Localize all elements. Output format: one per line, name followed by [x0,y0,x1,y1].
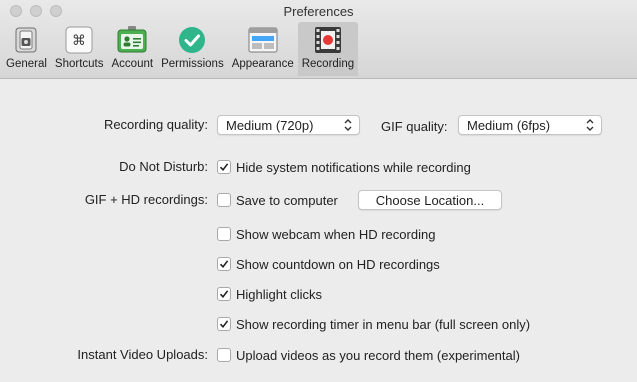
gif-quality-label: GIF quality: [381,119,448,134]
checkmark-icon [219,163,229,172]
checkmark-icon [219,290,229,299]
checkmark-icon [219,260,229,269]
upload-while-recording-option[interactable]: Upload videos as you record them (experi… [217,346,520,364]
show-webcam-option[interactable]: Show webcam when HD recording [217,225,435,243]
tab-permissions-label: Permissions [161,58,224,70]
dnd-option[interactable]: Hide system notifications while recordin… [217,158,471,176]
upload-while-recording-text: Upload videos as you record them (experi… [236,347,520,363]
recording-quality-select[interactable]: Medium (720p) [217,115,360,135]
window-layout-icon [247,25,279,55]
show-countdown-option[interactable]: Show countdown on HD recordings [217,255,440,273]
highlight-clicks-text: Highlight clicks [236,286,322,302]
hide-notifications-text: Hide system notifications while recordin… [236,159,471,175]
recording-pane: Recording quality: Medium (720p) GIF qua… [0,79,637,382]
checkmark-icon [219,320,229,329]
recording-quality-value: Medium (720p) [226,117,314,133]
preferences-toolbar: General ⌘ Shortcuts Account Permissions … [2,22,359,76]
gif-quality-value: Medium (6fps) [467,117,551,133]
show-countdown-checkbox[interactable] [217,257,231,271]
gif-quality-select[interactable]: Medium (6fps) [458,115,602,135]
save-to-computer-option[interactable]: Save to computer [217,191,338,209]
title-bar: Preferences General ⌘ Shortcuts Account … [0,0,637,79]
switch-icon [10,25,42,55]
command-key-icon: ⌘ [63,25,95,55]
id-card-icon [116,25,148,55]
tab-account-label: Account [111,58,154,70]
svg-text:⌘: ⌘ [72,33,86,49]
tab-shortcuts-label: Shortcuts [54,58,104,70]
show-countdown-text: Show countdown on HD recordings [236,256,440,272]
tab-general[interactable]: General [2,22,51,76]
tab-permissions[interactable]: Permissions [157,22,228,76]
choose-location-button[interactable]: Choose Location... [358,190,502,210]
hide-notifications-checkbox[interactable] [217,160,231,174]
tab-recording-label: Recording [301,58,355,70]
save-to-computer-checkbox[interactable] [217,193,231,207]
checkmark-circle-icon [176,25,208,55]
show-timer-text: Show recording timer in menu bar (full s… [236,316,531,332]
tab-appearance[interactable]: Appearance [228,22,298,76]
chevron-up-down-icon [344,119,352,131]
gif-hd-recordings-label: GIF + HD recordings: [84,192,208,207]
do-not-disturb-label: Do Not Disturb: [119,159,208,174]
preferences-window: Preferences General ⌘ Shortcuts Account … [0,0,637,382]
instant-video-uploads-label: Instant Video Uploads: [77,347,208,362]
tab-general-label: General [6,58,47,70]
tab-account[interactable]: Account [108,22,158,76]
upload-while-recording-checkbox[interactable] [217,348,231,362]
highlight-clicks-checkbox[interactable] [217,287,231,301]
save-to-computer-text: Save to computer [236,192,338,208]
tab-recording[interactable]: Recording [297,22,359,76]
tab-appearance-label: Appearance [231,58,294,70]
show-webcam-checkbox[interactable] [217,227,231,241]
highlight-clicks-option[interactable]: Highlight clicks [217,285,322,303]
show-webcam-text: Show webcam when HD recording [236,226,436,242]
recording-quality-label: Recording quality: [103,117,208,132]
show-timer-checkbox[interactable] [217,317,231,331]
show-timer-option[interactable]: Show recording timer in menu bar (full s… [217,315,530,333]
film-record-icon [312,25,344,55]
tab-shortcuts[interactable]: ⌘ Shortcuts [51,22,108,76]
window-title: Preferences [283,4,354,19]
chevron-up-down-icon [586,119,594,131]
